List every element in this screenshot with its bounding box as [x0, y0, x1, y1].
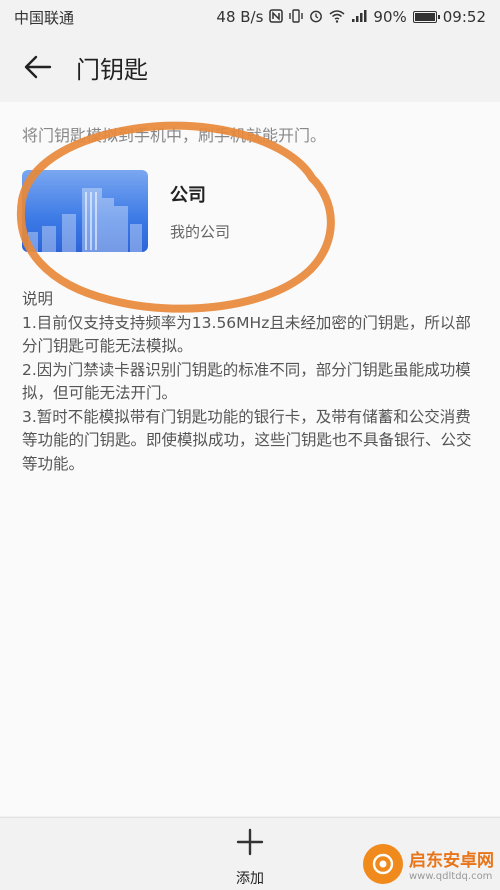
back-arrow-icon — [24, 55, 52, 79]
key-card-info: 公司 我的公司 — [170, 181, 230, 242]
watermark: 启东安卓网 www.qdltdq.com — [363, 844, 494, 884]
clock: 09:52 — [442, 8, 486, 26]
nfc-icon — [269, 8, 284, 26]
network-speed: 48 B/s — [216, 8, 264, 26]
back-button[interactable] — [8, 37, 68, 97]
plus-icon — [236, 828, 264, 862]
key-card-subtitle: 我的公司 — [170, 222, 231, 241]
notes-heading: 说明 — [22, 290, 54, 308]
intro-text: 将门钥匙模拟到手机中，刷手机就能开门。 — [22, 126, 327, 145]
carrier-label: 中国联通 — [14, 8, 75, 27]
status-bar: 中国联通 48 B/s 90% 09:52 — [0, 0, 500, 34]
key-card-name: 公司 — [170, 184, 206, 206]
content-panel: 将门钥匙模拟到手机中，刷手机就能开门。 公司 我的公司 说明 1.目前仅支持支持… — [0, 102, 500, 816]
watermark-logo-icon — [363, 844, 403, 884]
add-button[interactable]: 添加 — [216, 828, 284, 887]
watermark-url: www.qdltdq.com — [409, 871, 493, 882]
note-item-2: 2.因为门禁读卡器识别门钥匙的标准不同，部分门钥匙虽能成功模拟，但可能无法开门。 — [22, 360, 471, 403]
bottom-action-bar: 添加 启东安卓网 www.qdltdq.com — [0, 817, 500, 890]
wifi-icon — [329, 9, 345, 26]
notes-section: 说明 1.目前仅支持支持频率为13.56MHz且未经加密的门钥匙，所以部分门钥匙… — [22, 288, 478, 476]
status-icons: 48 B/s 90% 09:52 — [216, 8, 486, 26]
app-header: 门钥匙 — [0, 34, 500, 100]
battery-icon — [412, 11, 440, 23]
page-title: 门钥匙 — [76, 55, 148, 84]
note-item-3: 3.暂时不能模拟带有门钥匙功能的银行卡，及带有储蓄和公交消费等功能的门钥匙。即使… — [22, 407, 472, 473]
alarm-icon — [309, 9, 323, 26]
battery-percent: 90% — [373, 8, 407, 26]
watermark-title: 启东安卓网 — [409, 851, 494, 871]
key-card-item[interactable]: 公司 我的公司 — [22, 168, 478, 254]
note-item-1: 1.目前仅支持支持频率为13.56MHz且未经加密的门钥匙，所以部分门钥匙可能无… — [22, 313, 471, 356]
key-card-thumbnail — [22, 170, 148, 252]
building-skyline-icon — [28, 188, 142, 252]
signal-4g-icon — [351, 9, 367, 26]
vibrate-icon — [289, 8, 304, 26]
add-label: 添加 — [236, 871, 264, 887]
